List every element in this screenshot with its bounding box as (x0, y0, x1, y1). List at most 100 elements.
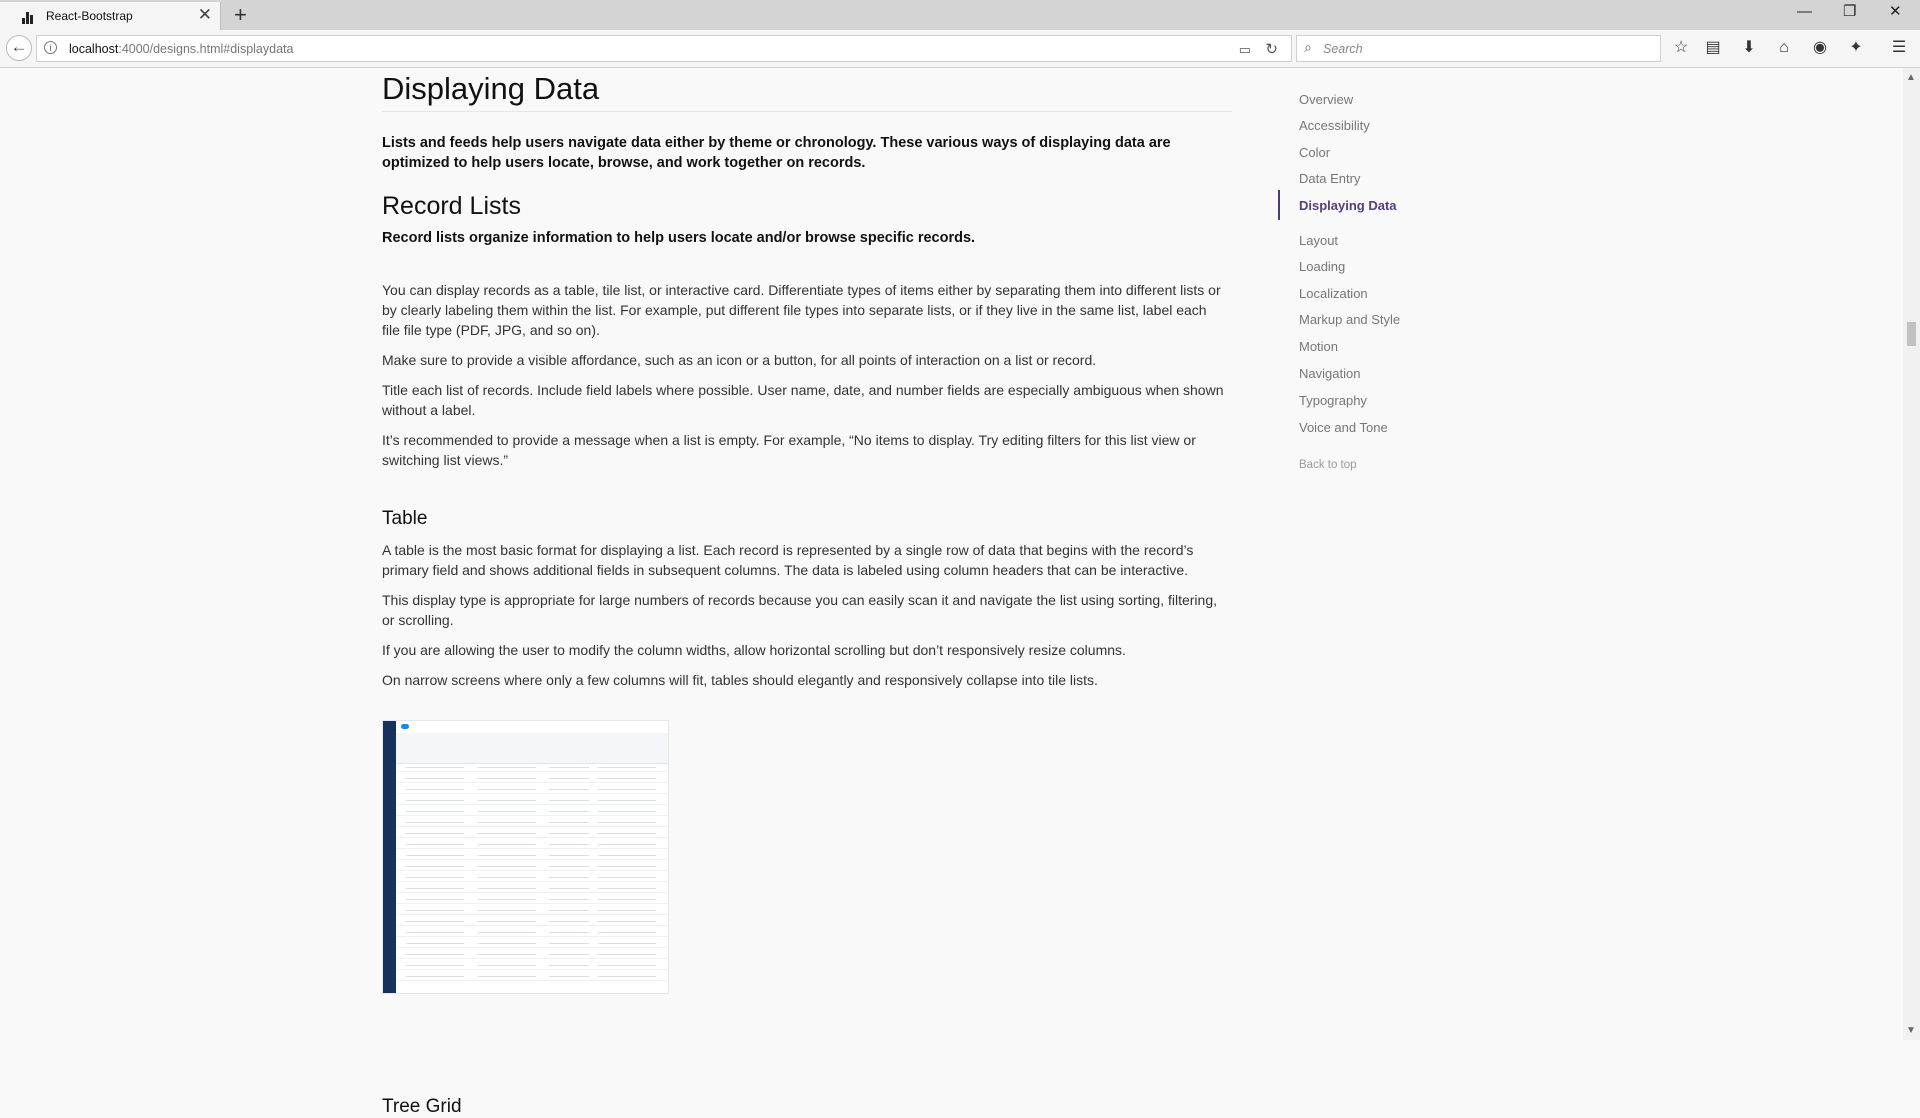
image-table-cell (549, 811, 589, 812)
extension-icon[interactable]: ✦ (1845, 38, 1867, 58)
image-table-cell (598, 844, 656, 845)
image-table-cell (478, 976, 536, 977)
toc-item-localization[interactable]: Localization (1299, 286, 1368, 301)
image-table-row (396, 958, 668, 959)
toc-item-loading[interactable]: Loading (1299, 259, 1345, 274)
search-icon: ⌕ (1304, 39, 1312, 55)
image-table-cell (549, 976, 589, 977)
toc-item-voice-and-tone[interactable]: Voice and Tone (1299, 420, 1388, 435)
image-table-row (396, 793, 668, 794)
image-table-cell (406, 921, 464, 922)
image-table-cell (406, 833, 464, 834)
image-table-cell (478, 778, 536, 779)
image-table-row (396, 969, 668, 970)
paragraph: A table is the most basic format for dis… (382, 542, 1194, 578)
image-table-cell (406, 789, 464, 790)
toc-item-motion[interactable]: Motion (1299, 339, 1338, 354)
image-table-cell (598, 976, 656, 977)
paragraph: You can display records as a table, tile… (382, 282, 1221, 338)
image-table-cell (598, 822, 656, 823)
toc-item-overview[interactable]: Overview (1299, 92, 1353, 107)
image-table-cell (549, 866, 589, 867)
toc-item-markup-and-style[interactable]: Markup and Style (1299, 312, 1400, 327)
pocket-icon[interactable]: ◉ (1809, 38, 1831, 58)
image-table-cell (598, 877, 656, 878)
toc-item-displaying-data[interactable]: Displaying Data (1299, 198, 1397, 213)
image-table-cell (478, 921, 536, 922)
image-table-cell (406, 943, 464, 944)
address-bar[interactable]: i localhost:4000/designs.html#displaydat… (36, 35, 1292, 62)
image-table-cell (549, 877, 589, 878)
new-tab-icon[interactable]: + (234, 2, 247, 28)
image-table-cell (598, 965, 656, 966)
image-table-row (396, 903, 668, 904)
image-table-cell (406, 855, 464, 856)
close-tab-icon[interactable]: ✕ (198, 6, 212, 24)
image-table-cell (406, 822, 464, 823)
image-table-cell (406, 877, 464, 878)
image-table-cell (406, 965, 464, 966)
close-window-icon[interactable]: ✕ (1889, 4, 1902, 20)
paragraph: If you are allowing the user to modify t… (382, 642, 1126, 658)
image-table-cell (549, 800, 589, 801)
toc-item-accessibility[interactable]: Accessibility (1299, 118, 1370, 133)
image-table-cell (598, 767, 656, 768)
toc-item-layout[interactable]: Layout (1299, 233, 1338, 248)
reader-view-icon[interactable]: ▭ (1239, 42, 1251, 58)
image-table-cell (549, 899, 589, 900)
browser-tab[interactable]: React-Bootstrap ✕ (0, 2, 221, 30)
scroll-up-icon[interactable]: ▲ (1906, 72, 1916, 83)
search-input[interactable]: ⌕ Search (1296, 35, 1661, 62)
image-table-cell (478, 789, 536, 790)
scroll-down-icon[interactable]: ▼ (1906, 1025, 1916, 1036)
image-table-cell (478, 800, 536, 801)
image-table-cell (406, 976, 464, 977)
image-table-cell (406, 800, 464, 801)
active-indicator (1278, 190, 1280, 220)
toc-item-navigation[interactable]: Navigation (1299, 366, 1360, 381)
image-table-cell (549, 965, 589, 966)
image-table-cell (478, 844, 536, 845)
section-lead: Record lists organize information to hel… (382, 230, 976, 246)
image-table-cell (478, 767, 536, 768)
image-table-cell (598, 866, 656, 867)
bookmark-star-icon[interactable]: ☆ (1670, 38, 1692, 58)
image-table-cell (478, 899, 536, 900)
toc-item-data-entry[interactable]: Data Entry (1299, 171, 1360, 186)
image-table-cell (549, 855, 589, 856)
image-table-cell (478, 910, 536, 911)
image-table-cell (478, 822, 536, 823)
image-table-row (396, 837, 668, 838)
image-table-cell (478, 833, 536, 834)
image-table-header (396, 733, 668, 764)
scrollbar-thumb[interactable] (1907, 322, 1916, 346)
toc-item-typography[interactable]: Typography (1299, 393, 1367, 408)
image-table-row (396, 980, 668, 981)
image-table-cell (478, 811, 536, 812)
info-icon[interactable]: i (44, 41, 57, 54)
image-table-cell (406, 778, 464, 779)
toc-item-color[interactable]: Color (1299, 145, 1330, 160)
lead-paragraph: Lists and feeds help users navigate data… (382, 135, 1171, 171)
image-table-cell (549, 932, 589, 933)
home-icon[interactable]: ⌂ (1773, 38, 1795, 58)
image-table-cell (549, 888, 589, 889)
tab-title: React-Bootstrap (46, 9, 133, 23)
back-to-top-link[interactable]: Back to top (1299, 459, 1357, 471)
restore-icon[interactable]: ❐ (1843, 4, 1856, 20)
minimize-icon[interactable]: — (1797, 4, 1812, 20)
back-arrow-icon[interactable]: ← (6, 35, 32, 61)
reload-icon[interactable]: ↻ (1265, 40, 1278, 58)
vertical-scrollbar[interactable]: ▲ ▼ (1903, 68, 1920, 1040)
download-icon[interactable]: ⬇ (1738, 38, 1760, 58)
menu-icon[interactable]: ☰ (1888, 38, 1910, 58)
image-table-cell (549, 789, 589, 790)
bookmarks-list-icon[interactable]: ▤ (1702, 38, 1724, 58)
image-table-cell (406, 767, 464, 768)
image-table-row (396, 782, 668, 783)
image-table-cell (549, 921, 589, 922)
image-table-cell (406, 844, 464, 845)
image-table-cell (406, 910, 464, 911)
image-table-row (396, 870, 668, 871)
page-title: Displaying Data (382, 71, 600, 106)
